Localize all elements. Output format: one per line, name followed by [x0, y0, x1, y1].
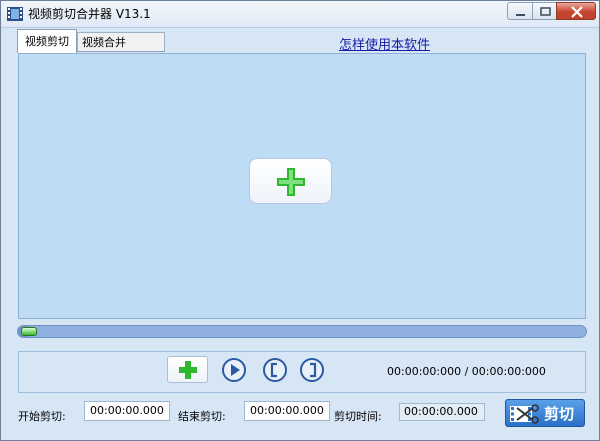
window-title: 视频剪切合并器 V13.1 [28, 7, 151, 21]
trim-settings: 开始剪切: 00:00:00.000 结束剪切: 00:00:00.000 剪切… [1, 399, 599, 429]
maximize-icon [540, 7, 551, 16]
green-plus-icon [179, 361, 197, 379]
cut-button[interactable]: 剪切 [505, 399, 585, 427]
tab-video-merge[interactable]: 视频合并 [77, 32, 165, 52]
minimize-button[interactable] [507, 2, 533, 20]
tab-strip: 视频剪切 视频合并 [17, 29, 165, 53]
play-button[interactable] [221, 357, 247, 383]
close-button[interactable] [556, 2, 596, 20]
end-cut-label: 结束剪切: [178, 410, 226, 423]
close-icon [571, 6, 583, 18]
play-icon [222, 358, 246, 382]
tab-video-cut[interactable]: 视频剪切 [17, 29, 77, 53]
mark-out-button[interactable] [299, 357, 325, 383]
seek-bar[interactable] [17, 325, 587, 338]
scissors-film-icon [510, 404, 539, 424]
title-bar[interactable]: 视频剪切合并器 V13.1 [1, 1, 599, 28]
add-file-button[interactable] [167, 356, 208, 383]
start-cut-input[interactable]: 00:00:00.000 [84, 401, 170, 421]
add-video-button[interactable] [249, 158, 332, 204]
mark-in-button[interactable] [262, 357, 288, 383]
end-cut-input[interactable]: 00:00:00.000 [244, 401, 330, 421]
video-preview-area[interactable] [18, 53, 586, 319]
film-app-icon [7, 6, 23, 21]
start-cut-label: 开始剪切: [18, 410, 66, 423]
playback-controls: 00:00:00:000 / 00:00:00:000 [18, 351, 586, 393]
bracket-close-icon [300, 358, 324, 382]
cut-duration-label: 剪切时间: [334, 410, 382, 423]
seek-bar-thumb[interactable] [21, 327, 37, 336]
cut-duration-value: 00:00:00.000 [399, 403, 485, 421]
cut-button-label: 剪切 [544, 405, 575, 423]
bracket-open-icon [263, 358, 287, 382]
minimize-icon [516, 14, 525, 16]
time-display: 00:00:00:000 / 00:00:00:000 [387, 365, 546, 378]
app-window: 视频剪切合并器 V13.1 视频剪切 视频合并 怎样使用本软件 00:00:00… [0, 0, 600, 441]
green-plus-icon [277, 168, 305, 196]
maximize-button[interactable] [532, 2, 557, 20]
help-link[interactable]: 怎样使用本软件 [339, 34, 430, 53]
